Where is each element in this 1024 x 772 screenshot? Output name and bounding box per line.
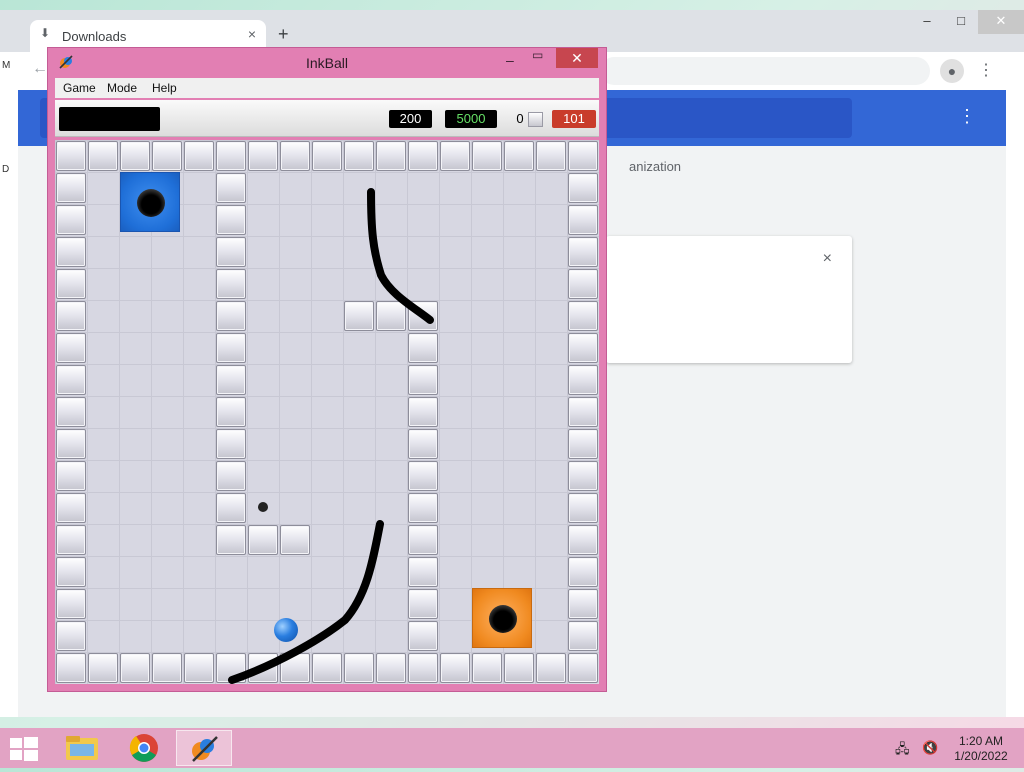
download-icon: ⬇ — [40, 26, 51, 40]
inkball-menu-bar: Game Mode Help — [55, 78, 599, 98]
ink-stroke[interactable] — [55, 140, 599, 684]
windows-start-icon[interactable] — [10, 737, 38, 761]
inkball-window: InkBall – ▭ ✕ Game Mode Help 200 5000 0 … — [47, 47, 607, 692]
game-board[interactable] — [55, 140, 599, 684]
remove-download-icon[interactable]: × — [823, 250, 832, 268]
close-button[interactable]: ✕ — [978, 10, 1024, 34]
tile-icon — [528, 112, 543, 127]
back-arrow-icon[interactable]: ← — [32, 60, 48, 78]
inkball-maximize-button[interactable]: ▭ — [532, 48, 550, 62]
maximize-button[interactable]: □ — [944, 10, 978, 34]
edge-letter: D — [2, 164, 10, 175]
score-counter: 200 — [389, 110, 432, 128]
inkball-icon[interactable] — [176, 730, 232, 766]
menu-game[interactable]: Game — [63, 81, 96, 95]
downloads-menu-icon[interactable]: ⋮ — [958, 106, 976, 127]
tile-counter: 0 — [516, 111, 524, 126]
menu-mode[interactable]: Mode — [107, 81, 137, 95]
tab-title: Downloads — [62, 29, 127, 44]
minimize-button[interactable]: – — [910, 10, 944, 34]
network-icon[interactable]: 🖧 — [895, 740, 910, 762]
managed-org-text: anization — [629, 159, 682, 174]
clock[interactable]: 1:20 AM 1/20/2022 — [950, 734, 1012, 764]
inkball-title: InkBall — [305, 55, 349, 71]
profile-avatar-icon[interactable]: ● — [940, 59, 964, 83]
chrome-window-controls: – □ ✕ — [910, 10, 1024, 34]
edge-letter: M — [2, 60, 11, 71]
tab-close-icon[interactable]: × — [248, 26, 256, 42]
progress-display — [59, 107, 160, 131]
inkball-titlebar: InkBall – ▭ ✕ — [48, 48, 606, 78]
timer-counter: 101 — [552, 110, 596, 128]
chrome-menu-icon[interactable]: ⋮ — [978, 60, 994, 80]
inkball-close-button[interactable]: ✕ — [556, 48, 598, 68]
score-panel: 200 5000 0 101 — [55, 100, 599, 137]
taskbar: 🖧 🔇 1:20 AM 1/20/2022 — [0, 728, 1024, 768]
chrome-icon[interactable] — [116, 730, 172, 766]
clock-time: 1:20 AM — [958, 734, 1004, 748]
clock-date: 1/20/2022 — [954, 749, 1008, 763]
inkball-minimize-button[interactable]: – — [506, 52, 514, 68]
bonus-counter: 5000 — [445, 110, 497, 128]
chrome-tab-strip: ⬇ Downloads × + – □ ✕ — [0, 10, 1024, 52]
file-explorer-icon[interactable] — [54, 730, 110, 766]
menu-help[interactable]: Help — [152, 81, 177, 95]
new-tab-button[interactable]: + — [278, 24, 289, 45]
download-item-card: × — [606, 236, 852, 363]
volume-muted-icon[interactable]: 🔇 — [922, 740, 938, 756]
address-bar[interactable] — [600, 57, 930, 85]
